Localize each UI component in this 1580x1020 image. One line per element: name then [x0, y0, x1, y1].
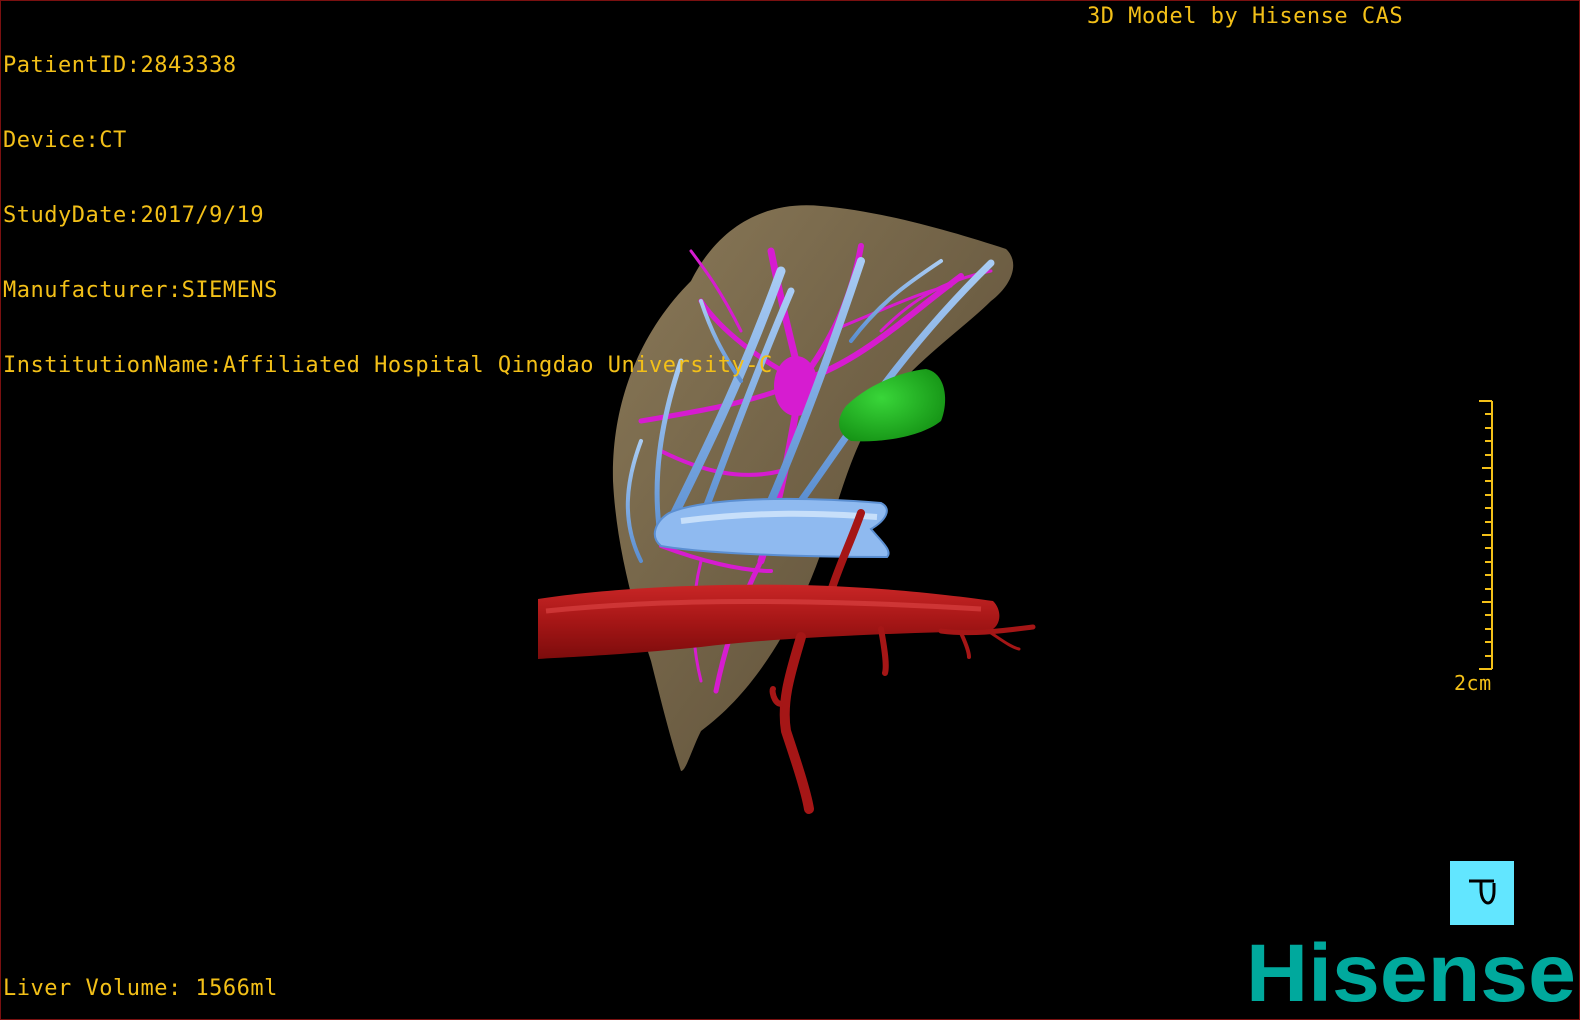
- hisense-logo: Hisense: [1246, 929, 1576, 1019]
- manufacturer-label: Manufacturer:SIEMENS: [3, 278, 278, 303]
- 3d-viewport[interactable]: PatientID:2843338 Device:CT StudyDate:20…: [0, 0, 1580, 1020]
- patient-id-label: PatientID:2843338: [3, 53, 237, 78]
- orientation-face-icon: [1469, 879, 1496, 905]
- study-date-label: StudyDate:2017/9/19: [3, 203, 265, 228]
- model-credit-label: 3D Model by Hisense CAS: [1087, 4, 1404, 29]
- institution-name-label: InstitutionName:Affiliated Hospital Qing…: [3, 353, 773, 378]
- scale-bar: [1479, 400, 1493, 670]
- hisense-logo-text: Hisense: [1246, 929, 1576, 1019]
- liver-volume-label: Liver Volume: 1566ml: [3, 976, 278, 1001]
- orientation-cube-icon[interactable]: [1450, 861, 1514, 925]
- artery-branches: [769, 624, 1036, 814]
- device-label: Device:CT: [3, 128, 127, 153]
- scale-bar-label: 2cm: [1454, 671, 1492, 695]
- dicom-info-block: PatientID:2843338 Device:CT StudyDate:20…: [3, 3, 773, 428]
